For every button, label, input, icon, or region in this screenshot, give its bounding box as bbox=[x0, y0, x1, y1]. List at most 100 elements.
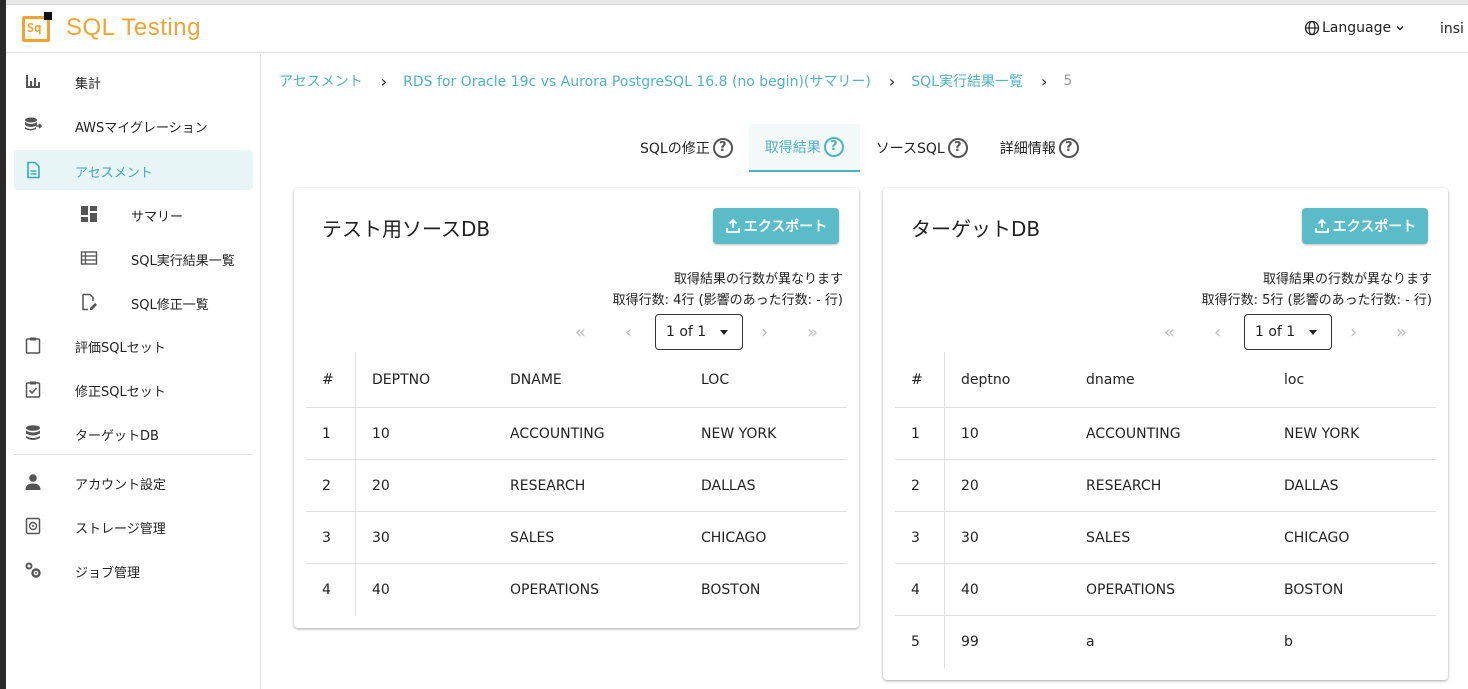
sidebar-item-label: ジョブ管理 bbox=[75, 566, 141, 581]
row-count-note: 取得行数: 4行 (影響のあった行数: - 行) bbox=[612, 293, 843, 308]
first-page-icon[interactable]: « bbox=[575, 322, 586, 343]
sidebar-item-label: アセスメント bbox=[75, 166, 153, 181]
sidebar-item-label: 評価SQLセット bbox=[75, 341, 166, 356]
sidebar-item-target-db[interactable]: ターゲットDB bbox=[14, 413, 253, 453]
pagination: « ‹ 1 of 1 › » bbox=[575, 314, 827, 350]
sidebar-item-job-management[interactable]: ジョブ管理 bbox=[14, 550, 253, 590]
chevron-right-icon: › bbox=[380, 71, 388, 91]
last-page-icon[interactable]: » bbox=[807, 322, 818, 343]
table-row: 5 99 a b bbox=[895, 616, 1436, 668]
table-cell: DALLAS bbox=[701, 478, 756, 494]
target-db-card: ターゲットDB エクスポート 取得結果の行数が異なります 取得行数: 5行 (影… bbox=[883, 188, 1448, 680]
table-row: 1 10 ACCOUNTING NEW YORK bbox=[895, 408, 1436, 460]
sidebar-item-account-settings[interactable]: アカウント設定 bbox=[14, 462, 253, 502]
breadcrumb-sql-results[interactable]: SQL実行結果一覧 bbox=[911, 71, 1023, 91]
edit-document-icon bbox=[82, 293, 97, 311]
export-button[interactable]: エクスポート bbox=[1302, 208, 1428, 244]
chevron-right-icon: › bbox=[888, 71, 896, 91]
table-cell: BOSTON bbox=[1284, 582, 1344, 598]
tab-label: SQLの修正 bbox=[640, 141, 710, 157]
table-cell: 2 bbox=[322, 478, 331, 494]
tab-results[interactable]: 取得結果 ? bbox=[748, 124, 860, 172]
sidebar-divider bbox=[14, 454, 253, 455]
sidebar-item-assessment[interactable]: アセスメント bbox=[14, 150, 253, 190]
page-select-value: 1 of 1 bbox=[666, 324, 707, 340]
table-cell: 3 bbox=[911, 530, 920, 546]
help-icon[interactable]: ? bbox=[947, 138, 968, 158]
card-title: ターゲットDB bbox=[911, 217, 1041, 241]
next-page-icon[interactable]: › bbox=[1350, 322, 1357, 343]
page-select[interactable]: 1 of 1 bbox=[1244, 314, 1332, 350]
table-cell: 20 bbox=[961, 478, 979, 494]
table-cell: 10 bbox=[372, 426, 390, 442]
table-row: 4 40 OPERATIONS BOSTON bbox=[895, 564, 1436, 616]
help-icon[interactable]: ? bbox=[1058, 138, 1079, 158]
help-icon[interactable]: ? bbox=[712, 138, 733, 158]
sidebar-item-label: アカウント設定 bbox=[75, 478, 167, 493]
sidebar-item-label: 修正SQLセット bbox=[75, 385, 166, 400]
database-export-icon bbox=[25, 117, 42, 131]
help-icon[interactable]: ? bbox=[823, 137, 844, 157]
page-select[interactable]: 1 of 1 bbox=[655, 314, 743, 350]
table-cell: 3 bbox=[322, 530, 331, 546]
table-cell: 1 bbox=[322, 426, 331, 442]
last-page-icon[interactable]: » bbox=[1396, 322, 1407, 343]
export-label: エクスポート bbox=[743, 219, 828, 235]
table-cell: b bbox=[1284, 634, 1293, 650]
sidebar-item-storage[interactable]: ストレージ管理 bbox=[14, 506, 253, 546]
table-row: 2 20 RESEARCH DALLAS bbox=[306, 460, 847, 512]
prev-page-icon[interactable]: ‹ bbox=[625, 322, 632, 343]
breadcrumb-summary[interactable]: RDS for Oracle 19c vs Aurora PostgreSQL … bbox=[403, 71, 871, 91]
column-header: loc bbox=[1284, 372, 1305, 388]
table-cell: ACCOUNTING bbox=[510, 426, 605, 442]
export-button[interactable]: エクスポート bbox=[713, 208, 839, 244]
table-cell: RESEARCH bbox=[510, 478, 586, 494]
breadcrumb: アセスメント › RDS for Oracle 19c vs Aurora Po… bbox=[279, 71, 1072, 91]
next-page-icon[interactable]: › bbox=[761, 322, 768, 343]
table-row: 2 20 RESEARCH DALLAS bbox=[895, 460, 1436, 512]
app-logo[interactable]: Sq SQL Testing bbox=[22, 12, 201, 44]
row-count-note: 取得行数: 5行 (影響のあった行数: - 行) bbox=[1201, 293, 1432, 308]
table-header: # DEPTNO DNAME LOC bbox=[306, 352, 847, 408]
tab-details[interactable]: 詳細情報 ? bbox=[984, 124, 1095, 172]
caret-down-icon bbox=[720, 330, 728, 335]
globe-icon bbox=[1304, 20, 1320, 36]
chevron-down-icon bbox=[1396, 26, 1404, 31]
pagination: « ‹ 1 of 1 › » bbox=[1164, 314, 1416, 350]
bar-chart-icon bbox=[26, 75, 40, 88]
database-icon bbox=[26, 425, 40, 440]
table-cell: 1 bbox=[911, 426, 920, 442]
clipboard-check-icon bbox=[25, 381, 41, 398]
sidebar-item-summary-stats[interactable]: 集計 bbox=[14, 61, 253, 101]
table-cell: ACCOUNTING bbox=[1086, 426, 1181, 442]
sidebar: 集計 AWSマイグレーション アセスメント サマリー SQL実行結果一覧 SQL… bbox=[6, 54, 261, 689]
user-menu[interactable]: insi bbox=[1440, 21, 1464, 37]
sidebar-item-summary[interactable]: サマリー bbox=[14, 194, 253, 234]
sidebar-item-fix-sql-set[interactable]: 修正SQLセット bbox=[14, 369, 253, 409]
table-cell: 30 bbox=[961, 530, 979, 546]
sidebar-item-label: ストレージ管理 bbox=[75, 522, 166, 537]
target-result-table: # deptno dname loc 1 10 ACCOUNTING NEW Y… bbox=[895, 352, 1436, 668]
first-page-icon[interactable]: « bbox=[1164, 322, 1175, 343]
language-menu[interactable]: Language bbox=[1304, 20, 1408, 36]
table-cell: RESEARCH bbox=[1086, 478, 1162, 494]
tab-sql-fix[interactable]: SQLの修正 ? bbox=[624, 124, 749, 172]
sidebar-item-sql-fixes[interactable]: SQL修正一覧 bbox=[14, 282, 253, 322]
sidebar-item-aws-migration[interactable]: AWSマイグレーション bbox=[14, 105, 253, 145]
breadcrumb-assessment[interactable]: アセスメント bbox=[279, 71, 363, 91]
gears-icon bbox=[25, 562, 41, 578]
sidebar-item-label: SQL修正一覧 bbox=[131, 298, 209, 313]
sidebar-item-sql-results[interactable]: SQL実行結果一覧 bbox=[14, 238, 253, 278]
column-header: # bbox=[911, 372, 923, 388]
column-header: dname bbox=[1086, 372, 1135, 388]
tab-label: 詳細情報 bbox=[999, 141, 1056, 157]
table-cell: NEW YORK bbox=[1284, 426, 1360, 442]
tab-source-sql[interactable]: ソースSQL ? bbox=[860, 124, 984, 172]
table-cell: 4 bbox=[322, 582, 331, 598]
sidebar-item-eval-sql-set[interactable]: 評価SQLセット bbox=[14, 325, 253, 365]
prev-page-icon[interactable]: ‹ bbox=[1214, 322, 1221, 343]
column-header: DEPTNO bbox=[372, 372, 431, 388]
table-cell: 5 bbox=[911, 634, 920, 650]
logo-icon: Sq bbox=[22, 12, 52, 44]
export-label: エクスポート bbox=[1332, 219, 1417, 235]
